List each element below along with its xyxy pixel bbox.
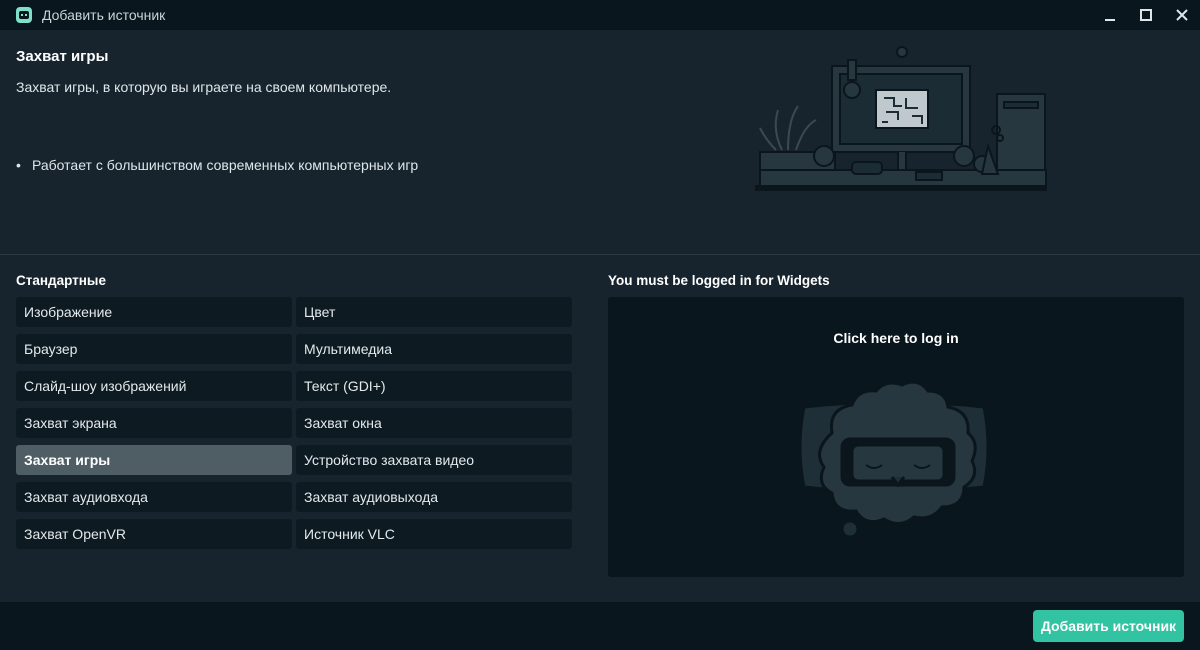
game-capture-illustration (755, 46, 1047, 191)
close-icon (1176, 9, 1188, 21)
maximize-icon (1140, 9, 1152, 21)
widgets-panel: Click here to log in (608, 297, 1184, 577)
source-description: Захват игры, в которую вы играете на сво… (16, 79, 392, 95)
source-item-audio-input-capture[interactable]: Захват аудиовхода (16, 482, 292, 512)
source-item-game-capture[interactable]: Захват игры (16, 445, 292, 475)
bullet: • (16, 157, 21, 173)
minimize-button[interactable] (1092, 0, 1128, 30)
source-title: Захват игры (16, 48, 109, 65)
feature-item: Работает с большинством современных комп… (32, 157, 419, 173)
maximize-button[interactable] (1128, 0, 1164, 30)
add-source-button[interactable]: Добавить источник (1033, 610, 1184, 642)
title-bar: Добавить источник (0, 0, 1200, 30)
source-item-browser[interactable]: Браузер (16, 334, 292, 364)
header-divider (0, 254, 1200, 255)
source-item-window-capture[interactable]: Захват окна (296, 408, 572, 438)
minimize-icon (1105, 19, 1115, 21)
source-item-text-gdi[interactable]: Текст (GDI+) (296, 371, 572, 401)
login-link[interactable]: Click here to log in (608, 330, 1184, 346)
standard-section-title: Стандартные (16, 273, 106, 288)
window-controls (1092, 0, 1200, 30)
source-item-media[interactable]: Мультимедиа (296, 334, 572, 364)
source-item-slideshow[interactable]: Слайд-шоу изображений (16, 371, 292, 401)
close-button[interactable] (1164, 0, 1200, 30)
window-title: Добавить источник (42, 7, 166, 23)
source-item-color[interactable]: Цвет (296, 297, 572, 327)
source-item-video-capture-device[interactable]: Устройство захвата видео (296, 445, 572, 475)
streamlabs-icon (16, 7, 32, 23)
source-item-vlc-source[interactable]: Источник VLC (296, 519, 572, 549)
widgets-section-title: You must be logged in for Widgets (608, 273, 830, 288)
source-item-image[interactable]: Изображение (16, 297, 292, 327)
source-item-audio-output-capture[interactable]: Захват аудиовыхода (296, 482, 572, 512)
footer: Добавить источник (0, 602, 1200, 650)
sleeping-vr-headset-icon (756, 351, 1032, 543)
feature-list: • Работает с большинством современных ком… (16, 157, 418, 173)
source-item-display-capture[interactable]: Захват экрана (16, 408, 292, 438)
source-item-openvr-capture[interactable]: Захват OpenVR (16, 519, 292, 549)
